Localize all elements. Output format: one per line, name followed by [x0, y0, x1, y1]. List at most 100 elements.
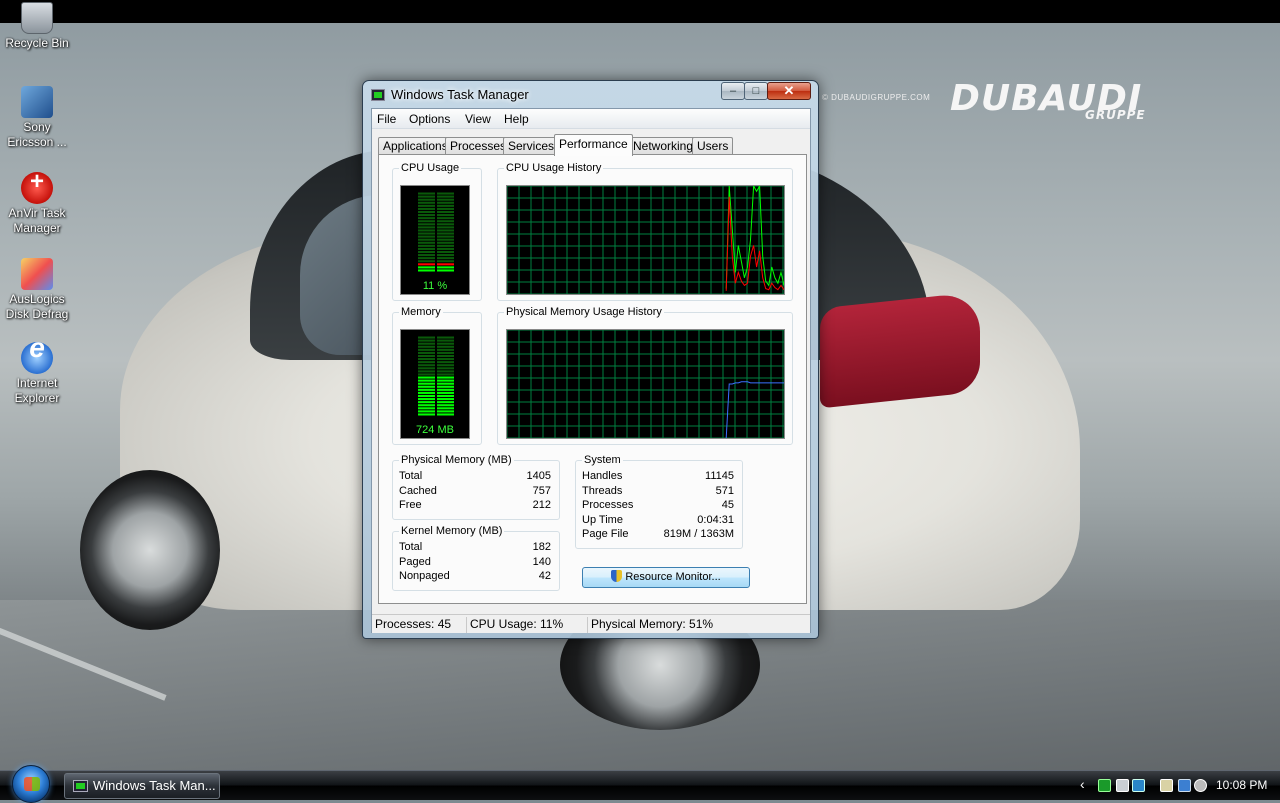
desktop-icon-label: AusLogics Disk Defrag [5, 292, 69, 321]
safely-remove-tray-icon[interactable] [1160, 779, 1173, 792]
taskbar-button-task-manager[interactable]: Windows Task Man... [64, 773, 220, 799]
status-processes: Processes: 45 [372, 617, 467, 633]
maximize-button[interactable]: □ [744, 82, 768, 100]
status-bar: Processes: 45 CPU Usage: 11% Physical Me… [372, 614, 810, 633]
meter-segment-left [418, 401, 435, 404]
desktop-icon-internet-explorer[interactable]: Internet Explorer [2, 340, 72, 406]
meter-segment-left [418, 370, 435, 373]
stat-value: 1405 [526, 470, 551, 482]
volume-muted-tray-icon[interactable] [1194, 779, 1207, 792]
stat-row: Threads 571 [576, 485, 742, 499]
meter-segment-left [418, 358, 435, 361]
meter-segment-right [437, 263, 454, 266]
tab-networking[interactable]: Networking [628, 137, 699, 155]
show-hidden-icons-chevron-icon[interactable]: ‹ [1080, 776, 1085, 792]
stat-row: Handles 11145 [576, 470, 742, 484]
stat-label: Paged [399, 556, 431, 568]
meter-segment-left [418, 413, 435, 416]
stat-label: Total [399, 470, 423, 482]
meter-segment-right [437, 238, 454, 241]
tab-services[interactable]: Services [503, 137, 560, 155]
desktop-icon-recycle-bin[interactable]: Recycle Bin [2, 2, 72, 51]
meter-segment-right [437, 235, 454, 238]
meter-segment-right [437, 398, 454, 401]
close-button[interactable]: ✕ [767, 82, 811, 100]
meter-segment-right [437, 391, 454, 394]
tab-strip: Applications Processes Services Performa… [378, 134, 808, 156]
meter-segment-right [437, 410, 454, 413]
stat-value: 140 [532, 556, 551, 568]
tab-applications[interactable]: Applications [378, 137, 453, 155]
desktop-icon-anvir[interactable]: AnVir Task Manager [2, 172, 72, 236]
physical-memory-group: Physical Memory (MB) Total 1405 Cached 7… [392, 454, 560, 520]
meter-segment-right [437, 394, 454, 398]
meter-segment-left [418, 266, 435, 269]
cpu-history-graph [506, 185, 785, 295]
meter-segment-right [437, 201, 454, 204]
cpu-history-plot [507, 186, 784, 294]
tab-performance[interactable]: Performance [554, 134, 633, 156]
meter-segment-left [418, 263, 435, 266]
start-button[interactable] [12, 765, 50, 803]
clock[interactable]: 10:08 PM [1216, 778, 1267, 792]
desktop-icon-auslogics[interactable]: AusLogics Disk Defrag [2, 258, 72, 322]
resource-monitor-button[interactable]: Resource Monitor... [582, 567, 750, 588]
task-manager-window[interactable]: Windows Task Manager – □ ✕ File Options … [362, 80, 819, 639]
minimize-button[interactable]: – [721, 82, 745, 100]
uac-shield-icon [611, 570, 623, 582]
memory-history-group: Physical Memory Usage History [497, 306, 793, 445]
wallpaper-brand-sub: GRUPPE [1085, 108, 1146, 122]
stat-label: Processes [582, 499, 634, 511]
meter-segment-left [418, 388, 435, 391]
stat-label: Up Time [582, 514, 623, 526]
wallpaper-car-front-wheel [80, 470, 220, 630]
meter-segment-left [418, 217, 435, 220]
desktop-icon-sony-ericsson[interactable]: Sony Ericsson ... [2, 86, 72, 150]
top-black-bar [0, 0, 1280, 23]
meter-segment-left [418, 376, 435, 379]
stat-label: Handles [582, 470, 623, 482]
meter-segment-left [418, 398, 435, 401]
stat-value: 182 [532, 541, 551, 553]
cpu-meter-bars [418, 192, 454, 272]
meter-segment-left [418, 223, 435, 226]
meter-segment-right [437, 210, 454, 214]
meter-segment-right [437, 367, 454, 370]
stat-row: Total 182 [393, 541, 559, 555]
meter-segment-right [437, 223, 454, 226]
menu-view[interactable]: View [465, 112, 491, 126]
tab-processes[interactable]: Processes [445, 137, 512, 155]
title-bar[interactable]: Windows Task Manager – □ ✕ [363, 81, 818, 107]
system-label: System [582, 454, 623, 466]
meter-segment-right [437, 198, 454, 201]
meter-segment-right [437, 217, 454, 220]
meter-segment-right [437, 345, 454, 348]
meter-segment-right [437, 195, 454, 198]
stat-row: Total 1405 [393, 470, 559, 484]
meter-segment-right [437, 404, 454, 407]
meter-segment-left [418, 257, 435, 260]
stat-row: Free 212 [393, 499, 559, 513]
device-tray-icon[interactable] [1116, 779, 1129, 792]
app-tray-icon[interactable] [1132, 779, 1145, 792]
task-manager-tray-icon[interactable] [1098, 779, 1111, 792]
menu-help[interactable]: Help [504, 112, 529, 126]
taskbar: Windows Task Man... ‹ 10:08 PM [0, 765, 1280, 803]
meter-segment-left [418, 210, 435, 214]
meter-segment-right [437, 351, 454, 354]
meter-segment-right [437, 241, 454, 244]
stat-label: Page File [582, 528, 629, 540]
task-manager-taskbar-icon [73, 780, 88, 792]
performance-panel: CPU Usage 11 % CPU Usage History Memory … [378, 154, 807, 604]
memory-meter: 724 MB [400, 329, 470, 439]
meter-segment-left [418, 198, 435, 201]
wallpaper-car-taillight [820, 291, 980, 409]
meter-segment-right [437, 204, 454, 207]
network-tray-icon[interactable] [1178, 779, 1191, 792]
tab-users[interactable]: Users [692, 137, 734, 155]
menu-options[interactable]: Options [409, 112, 450, 126]
meter-segment-right [437, 244, 454, 247]
meter-segment-left [418, 339, 435, 342]
menu-file[interactable]: File [377, 112, 396, 126]
meter-segment-right [437, 214, 454, 217]
